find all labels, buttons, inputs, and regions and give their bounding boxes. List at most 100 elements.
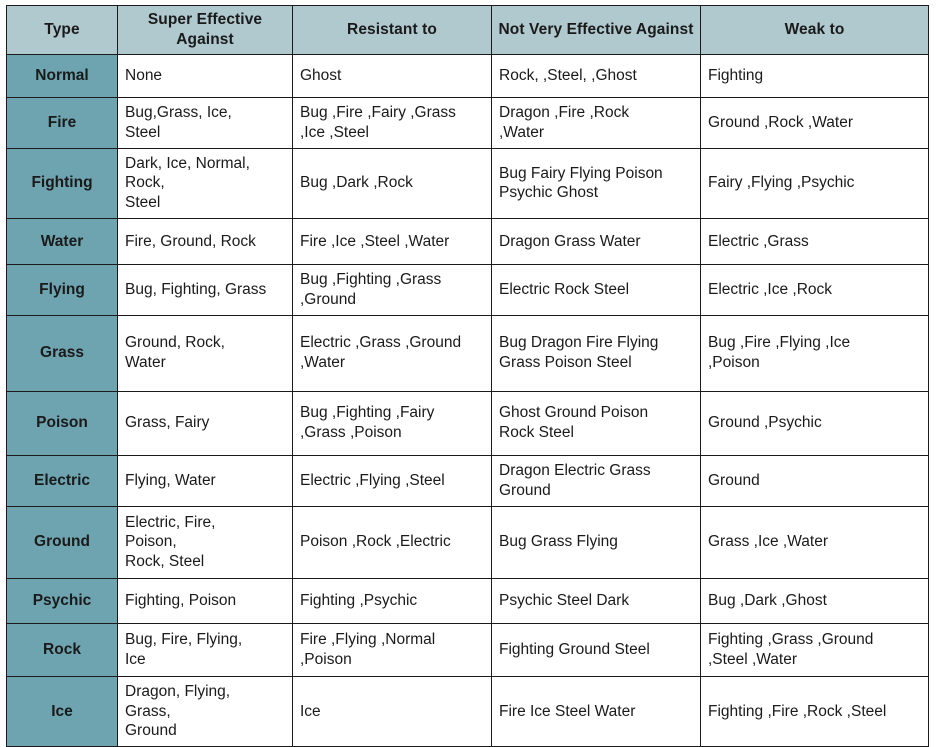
weak-to-cell: Fighting — [700, 53, 929, 98]
super-effective-text: Flying, Water — [125, 471, 216, 489]
not-very-effective-text: Bug Fairy Flying Poison Psychic Ghost — [499, 164, 663, 202]
not-very-effective-cell: Dragon ,Fire ,Rock ,Water — [491, 96, 701, 149]
weak-to-cell: Fighting ,Fire ,Rock ,Steel — [700, 675, 929, 747]
weak-to-cell: Ground ,Psychic — [700, 390, 929, 456]
super-effective-cell: Grass, Fairy — [117, 390, 293, 456]
not-very-effective-cell: Fighting Ground Steel — [491, 622, 701, 677]
table-row: Poison Grass, Fairy Bug ,Fighting ,Fairy… — [6, 390, 929, 456]
resistant-to-cell: Ice — [292, 675, 492, 747]
weak-to-cell: Bug ,Fire ,Flying ,Ice ,Poison — [700, 314, 929, 392]
super-effective-cell: Electric, Fire, Poison, Rock, Steel — [117, 505, 293, 579]
not-very-effective-cell: Dragon Electric Grass Ground — [491, 454, 701, 507]
type-label: Water — [40, 232, 84, 250]
not-very-effective-cell: Psychic Steel Dark — [491, 577, 701, 624]
not-very-effective-text: Electric Rock Steel — [499, 281, 630, 299]
weak-to-cell: Fighting ,Grass ,Ground ,Steel ,Water — [700, 622, 929, 677]
resistant-to-text: Bug ,Fighting ,Grass ,Ground — [300, 271, 442, 308]
resistant-to-cell: Fire ,Flying ,Normal ,Poison — [292, 622, 492, 677]
weak-to-cell: Electric ,Grass — [700, 218, 929, 266]
super-effective-cell: None — [117, 53, 293, 98]
super-effective-text: Electric, Fire, Poison, Rock, Steel — [125, 513, 216, 571]
resistant-to-cell: Poison ,Rock ,Electric — [292, 505, 492, 579]
table-body: Normal None Ghost Rock, ,Steel, ,Ghost F… — [6, 53, 929, 747]
table-row: Fire Bug,Grass, Ice, Steel Bug ,Fire ,Fa… — [6, 96, 929, 149]
not-very-effective-text: Bug Grass Flying — [499, 533, 618, 551]
type-name-cell: Grass — [6, 314, 118, 392]
type-name-cell: Ground — [6, 505, 118, 579]
weak-to-text: Fairy ,Flying ,Psychic — [708, 174, 855, 192]
type-label: Electric — [33, 471, 90, 489]
type-label: Fighting — [31, 174, 93, 192]
super-effective-text: Dark, Ice, Normal, Rock, Steel — [125, 154, 250, 212]
type-name-cell: Electric — [6, 454, 118, 507]
resistant-to-cell: Bug ,Dark ,Rock — [292, 147, 492, 220]
column-header-super-effective-against: Super Effective Against — [117, 5, 293, 55]
resistant-to-cell: Electric ,Flying ,Steel — [292, 454, 492, 507]
resistant-to-cell: Bug ,Fighting ,Fairy ,Grass ,Poison — [292, 390, 492, 456]
resistant-to-text: Bug ,Dark ,Rock — [300, 174, 413, 192]
weak-to-cell: Fairy ,Flying ,Psychic — [700, 147, 929, 220]
super-effective-text: Grass, Fairy — [125, 414, 210, 432]
super-effective-cell: Bug, Fighting, Grass — [117, 264, 293, 316]
weak-to-cell: Ground — [700, 454, 929, 507]
table-header: Type Super Effective Against Resistant t… — [6, 5, 929, 55]
type-label: Grass — [40, 344, 84, 362]
weak-to-text: Fighting ,Fire ,Rock ,Steel — [708, 702, 887, 720]
not-very-effective-cell: Ghost Ground Poison Rock Steel — [491, 390, 701, 456]
weak-to-text: Bug ,Fire ,Flying ,Ice ,Poison — [708, 334, 851, 372]
resistant-to-text: Ghost — [300, 66, 342, 84]
weak-to-cell: Ground ,Rock ,Water — [700, 96, 929, 149]
weak-to-text: Ground ,Rock ,Water — [708, 113, 854, 131]
weak-to-text: Fighting — [708, 66, 764, 84]
type-name-cell: Rock — [6, 622, 118, 677]
not-very-effective-cell: Rock, ,Steel, ,Ghost — [491, 53, 701, 98]
weak-to-text: Electric ,Grass — [708, 232, 809, 250]
type-name-cell: Fire — [6, 96, 118, 149]
super-effective-text: Fire, Ground, Rock — [125, 232, 256, 250]
column-header-not-very-effective-against: Not Very Effective Against — [491, 5, 701, 55]
weak-to-cell: Grass ,Ice ,Water — [700, 505, 929, 579]
type-label: Fire — [47, 113, 77, 131]
table-row: Water Fire, Ground, Rock Fire ,Ice ,Stee… — [6, 218, 929, 266]
super-effective-text: None — [125, 66, 163, 84]
type-name-cell: Normal — [6, 53, 118, 98]
type-name-cell: Fighting — [6, 147, 118, 220]
resistant-to-cell: Fighting ,Psychic — [292, 577, 492, 624]
super-effective-cell: Bug,Grass, Ice, Steel — [117, 96, 293, 149]
column-header-weak-to: Weak to — [700, 5, 929, 55]
not-very-effective-cell: Bug Grass Flying — [491, 505, 701, 579]
not-very-effective-cell: Bug Dragon Fire Flying Grass Poison Stee… — [491, 314, 701, 392]
type-label: Psychic — [32, 591, 92, 609]
weak-to-text: Ground ,Psychic — [708, 414, 822, 432]
not-very-effective-cell: Electric Rock Steel — [491, 264, 701, 316]
super-effective-cell: Ground, Rock, Water — [117, 314, 293, 392]
column-header-type: Type — [6, 5, 118, 55]
table-row: Rock Bug, Fire, Flying, Ice Fire ,Flying… — [6, 622, 929, 677]
type-name-cell: Psychic — [6, 577, 118, 624]
resistant-to-text: Electric ,Grass ,Ground ,Water — [300, 334, 462, 372]
weak-to-text: Fighting ,Grass ,Ground ,Steel ,Water — [708, 630, 874, 668]
super-effective-cell: Dragon, Flying, Grass, Ground — [117, 675, 293, 747]
super-effective-text: Fighting, Poison — [125, 591, 237, 609]
not-very-effective-text: Dragon ,Fire ,Rock ,Water — [499, 103, 630, 141]
column-header-resistant-to: Resistant to — [292, 5, 492, 55]
weak-to-cell: Bug ,Dark ,Ghost — [700, 577, 929, 624]
resistant-to-text: Fire ,Flying ,Normal ,Poison — [300, 630, 436, 668]
table-row: Electric Flying, Water Electric ,Flying … — [6, 454, 929, 507]
type-label: Poison — [36, 414, 88, 432]
weak-to-cell: Electric ,Ice ,Rock — [700, 264, 929, 316]
resistant-to-cell: Electric ,Grass ,Ground ,Water — [292, 314, 492, 392]
super-effective-cell: Fighting, Poison — [117, 577, 293, 624]
super-effective-cell: Dark, Ice, Normal, Rock, Steel — [117, 147, 293, 220]
not-very-effective-text: Dragon Grass Water — [499, 232, 641, 250]
type-name-cell: Ice — [6, 675, 118, 747]
table-row: Normal None Ghost Rock, ,Steel, ,Ghost F… — [6, 53, 929, 98]
super-effective-text: Bug, Fighting, Grass — [125, 281, 267, 299]
resistant-to-cell: Bug ,Fighting ,Grass ,Ground — [292, 264, 492, 316]
super-effective-cell: Fire, Ground, Rock — [117, 218, 293, 266]
super-effective-text: Bug,Grass, Ice, Steel — [125, 103, 232, 141]
weak-to-text: Ground — [708, 471, 760, 489]
not-very-effective-cell: Bug Fairy Flying Poison Psychic Ghost — [491, 147, 701, 220]
super-effective-text: Dragon, Flying, Grass, Ground — [125, 682, 231, 740]
resistant-to-text: Ice — [300, 702, 321, 720]
